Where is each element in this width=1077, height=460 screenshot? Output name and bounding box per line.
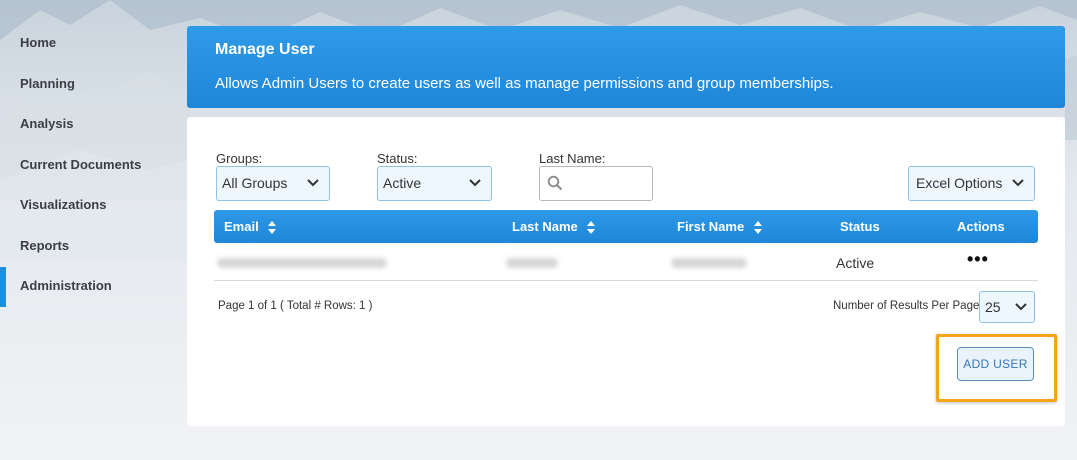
- sidebar-item-planning[interactable]: Planning: [0, 64, 180, 105]
- column-header-last-name[interactable]: Last Name: [512, 210, 596, 243]
- column-header-status: Status: [840, 219, 880, 234]
- per-page-select[interactable]: 25: [979, 291, 1035, 323]
- table-header: Email Last Name First Name Status Action…: [214, 210, 1038, 243]
- groups-label: Groups:: [216, 151, 263, 166]
- last-name-cell-redacted: [506, 258, 558, 268]
- page-description: Allows Admin Users to create users as we…: [215, 75, 834, 92]
- column-header-email-label: Email: [224, 219, 259, 234]
- column-header-email[interactable]: Email: [224, 210, 277, 243]
- sidebar-item-visualizations[interactable]: Visualizations: [0, 185, 180, 226]
- chevron-down-icon: [1012, 179, 1024, 187]
- status-select[interactable]: Active: [377, 166, 492, 201]
- chevron-down-icon: [469, 179, 481, 187]
- page-header-banner: Manage User Allows Admin Users to create…: [187, 26, 1065, 108]
- per-page-label: Number of Results Per Page: [833, 300, 980, 312]
- manage-user-panel: Groups: All Groups Status: Active Last N…: [187, 117, 1065, 426]
- first-name-cell-redacted: [671, 258, 747, 268]
- sidebar-nav: Home Planning Analysis Current Documents…: [0, 23, 180, 307]
- last-name-input[interactable]: [566, 174, 646, 194]
- chevron-down-icon: [307, 179, 319, 187]
- per-page-value: 25: [985, 299, 1001, 315]
- sidebar-item-current-documents[interactable]: Current Documents: [0, 145, 180, 186]
- sidebar-item-administration[interactable]: Administration: [0, 266, 180, 307]
- table-row: Active •••: [214, 245, 1038, 281]
- column-header-first-name[interactable]: First Name: [677, 210, 762, 243]
- groups-select-value: All Groups: [222, 175, 288, 191]
- status-select-value: Active: [383, 175, 422, 191]
- excel-options-select[interactable]: Excel Options: [908, 166, 1035, 201]
- pagination-info: Page 1 of 1 ( Total # Rows: 1 ): [218, 300, 373, 312]
- sort-icon: [268, 221, 277, 235]
- last-name-search: [539, 166, 653, 201]
- sidebar-item-reports[interactable]: Reports: [0, 226, 180, 267]
- search-icon: [547, 175, 563, 191]
- page-title: Manage User: [215, 41, 315, 58]
- chevron-down-icon: [1015, 303, 1027, 311]
- groups-select[interactable]: All Groups: [216, 166, 330, 201]
- sidebar-item-home[interactable]: Home: [0, 23, 180, 64]
- last-name-label: Last Name:: [539, 151, 606, 166]
- column-header-last-name-label: Last Name: [512, 219, 578, 234]
- more-icon[interactable]: •••: [967, 249, 989, 270]
- sort-icon: [753, 221, 762, 235]
- sort-icon: [587, 221, 596, 235]
- email-cell-redacted: [217, 258, 387, 268]
- column-header-first-name-label: First Name: [677, 219, 745, 234]
- sidebar-item-analysis[interactable]: Analysis: [0, 104, 180, 145]
- status-label: Status:: [377, 151, 418, 166]
- status-cell: Active: [836, 255, 875, 271]
- excel-options-label: Excel Options: [916, 175, 1003, 191]
- add-user-button[interactable]: ADD USER: [957, 347, 1034, 381]
- column-header-actions: Actions: [957, 219, 1005, 234]
